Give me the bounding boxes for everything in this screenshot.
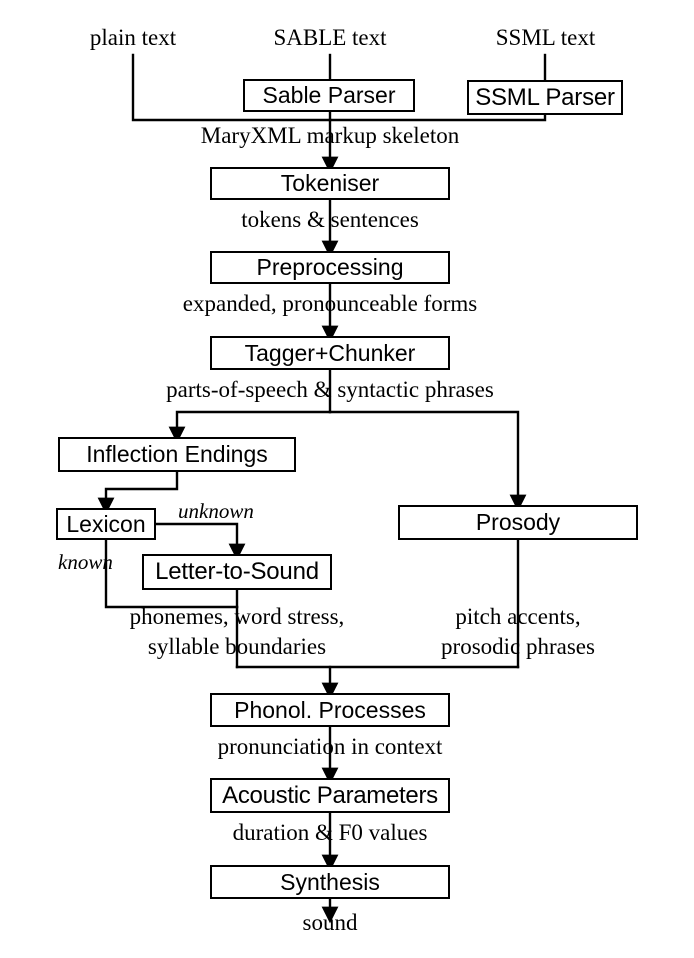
flow-label-prosodic-line1: pitch accents, xyxy=(455,604,581,629)
module-phonol-processes-label: Phonol. Processes xyxy=(234,696,426,723)
edge-split-to-inflection xyxy=(168,410,332,444)
module-letter-to-sound-label: Letter-to-Sound xyxy=(155,558,319,585)
module-tokeniser[interactable]: Tokeniser xyxy=(210,167,450,200)
module-prosody[interactable]: Prosody xyxy=(398,505,638,540)
module-tagger-chunker[interactable]: Tagger+Chunker xyxy=(210,336,450,370)
module-prosody-label: Prosody xyxy=(475,509,561,535)
edge-lexicon-to-letter-to-sound xyxy=(154,522,246,561)
module-preprocessing-label: Preprocessing xyxy=(256,254,404,280)
input-label-ssml-text: SSML text xyxy=(495,25,596,50)
module-inflection-endings[interactable]: Inflection Endings xyxy=(58,437,296,472)
flow-label-known: known xyxy=(58,550,113,574)
edge-split-to-prosody xyxy=(328,410,527,512)
module-preprocessing[interactable]: Preprocessing xyxy=(210,251,450,284)
flow-label-phonemes-line1: phonemes, word stress, xyxy=(129,604,345,629)
edge-ssml-parser-to-merge xyxy=(328,113,547,122)
module-synthesis-label: Synthesis xyxy=(280,868,380,895)
module-sable-parser[interactable]: Sable Parser xyxy=(243,79,415,112)
module-tagger-chunker-label: Tagger+Chunker xyxy=(244,339,416,366)
module-ssml-parser[interactable]: SSML Parser xyxy=(467,80,623,115)
module-tokeniser-label: Tokeniser xyxy=(280,170,380,196)
flow-label-pronunciation-in-context: pronunciation in context xyxy=(217,734,443,759)
flow-label-pos-phrases: parts-of-speech & syntactic phrases xyxy=(166,377,494,402)
input-label-sable-text: SABLE text xyxy=(273,25,387,50)
flow-label-prosodic-line2: prosodic phrases xyxy=(441,634,595,659)
module-synthesis[interactable]: Synthesis xyxy=(210,865,450,899)
edge-inflection-to-lexicon xyxy=(97,470,179,515)
flow-label-tokens-sentences: tokens & sentences xyxy=(241,207,419,232)
flow-label-sound: sound xyxy=(302,910,358,935)
module-letter-to-sound[interactable]: Letter-to-Sound xyxy=(142,554,332,590)
module-sable-parser-label: Sable Parser xyxy=(262,82,396,108)
module-ssml-parser-label: SSML Parser xyxy=(475,83,615,111)
module-inflection-endings-label: Inflection Endings xyxy=(86,441,268,467)
module-phonol-processes[interactable]: Phonol. Processes xyxy=(210,693,450,727)
module-acoustic-parameters[interactable]: Acoustic Parameters xyxy=(210,778,450,813)
module-lexicon[interactable]: Lexicon xyxy=(56,508,156,540)
flow-label-phonemes-line2: syllable boundaries xyxy=(147,634,327,659)
flow-label-expanded-forms: expanded, pronounceable forms xyxy=(182,291,478,316)
module-acoustic-parameters-label: Acoustic Parameters xyxy=(222,781,438,809)
input-label-plain-text: plain text xyxy=(89,25,177,50)
flow-label-unknown: unknown xyxy=(178,499,254,523)
module-lexicon-label: Lexicon xyxy=(66,510,146,537)
diagram-canvas: plain text SABLE text SSML text Sable Pa… xyxy=(0,0,694,958)
flow-label-duration-f0: duration & F0 values xyxy=(232,820,428,845)
flow-label-maryxml: MaryXML markup skeleton xyxy=(200,123,460,148)
